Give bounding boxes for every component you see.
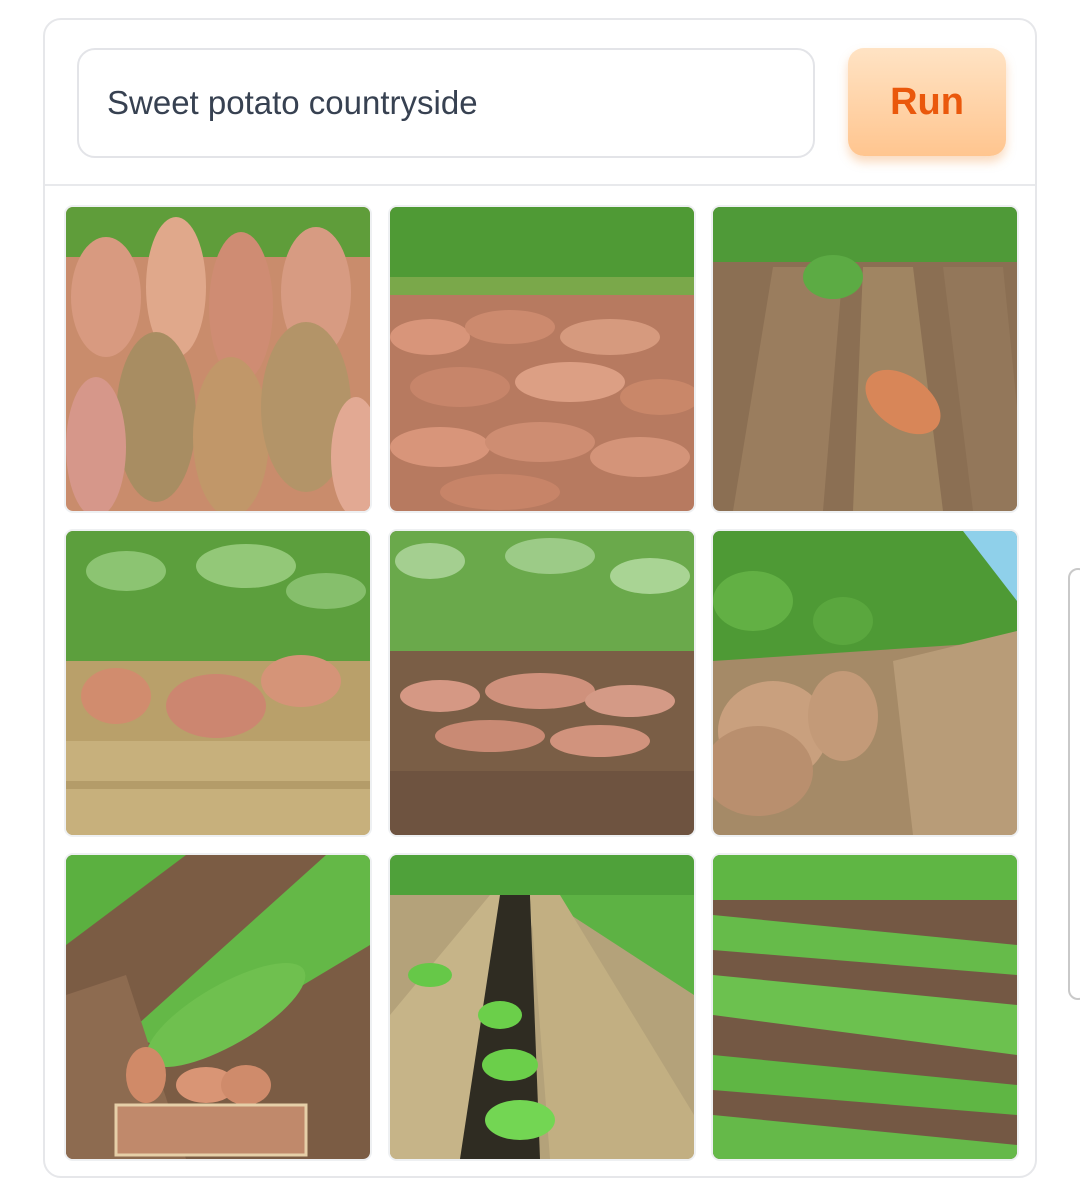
generated-image-4[interactable] (66, 531, 370, 835)
generated-image-5[interactable] (390, 531, 694, 835)
generated-image-2[interactable] (390, 207, 694, 511)
generated-image-8[interactable] (390, 855, 694, 1159)
generated-image-7[interactable] (66, 855, 370, 1159)
generated-image-9[interactable] (713, 855, 1017, 1159)
generator-panel: Sweet potato countryside Run (43, 18, 1037, 1178)
prompt-input[interactable]: Sweet potato countryside (77, 48, 815, 158)
generated-image-1[interactable] (66, 207, 370, 511)
generated-image-6[interactable] (713, 531, 1017, 835)
prompt-bar: Sweet potato countryside Run (45, 20, 1035, 186)
generated-image-3[interactable] (713, 207, 1017, 511)
run-button[interactable]: Run (848, 48, 1006, 156)
scrollbar-edge[interactable] (1068, 568, 1080, 1000)
